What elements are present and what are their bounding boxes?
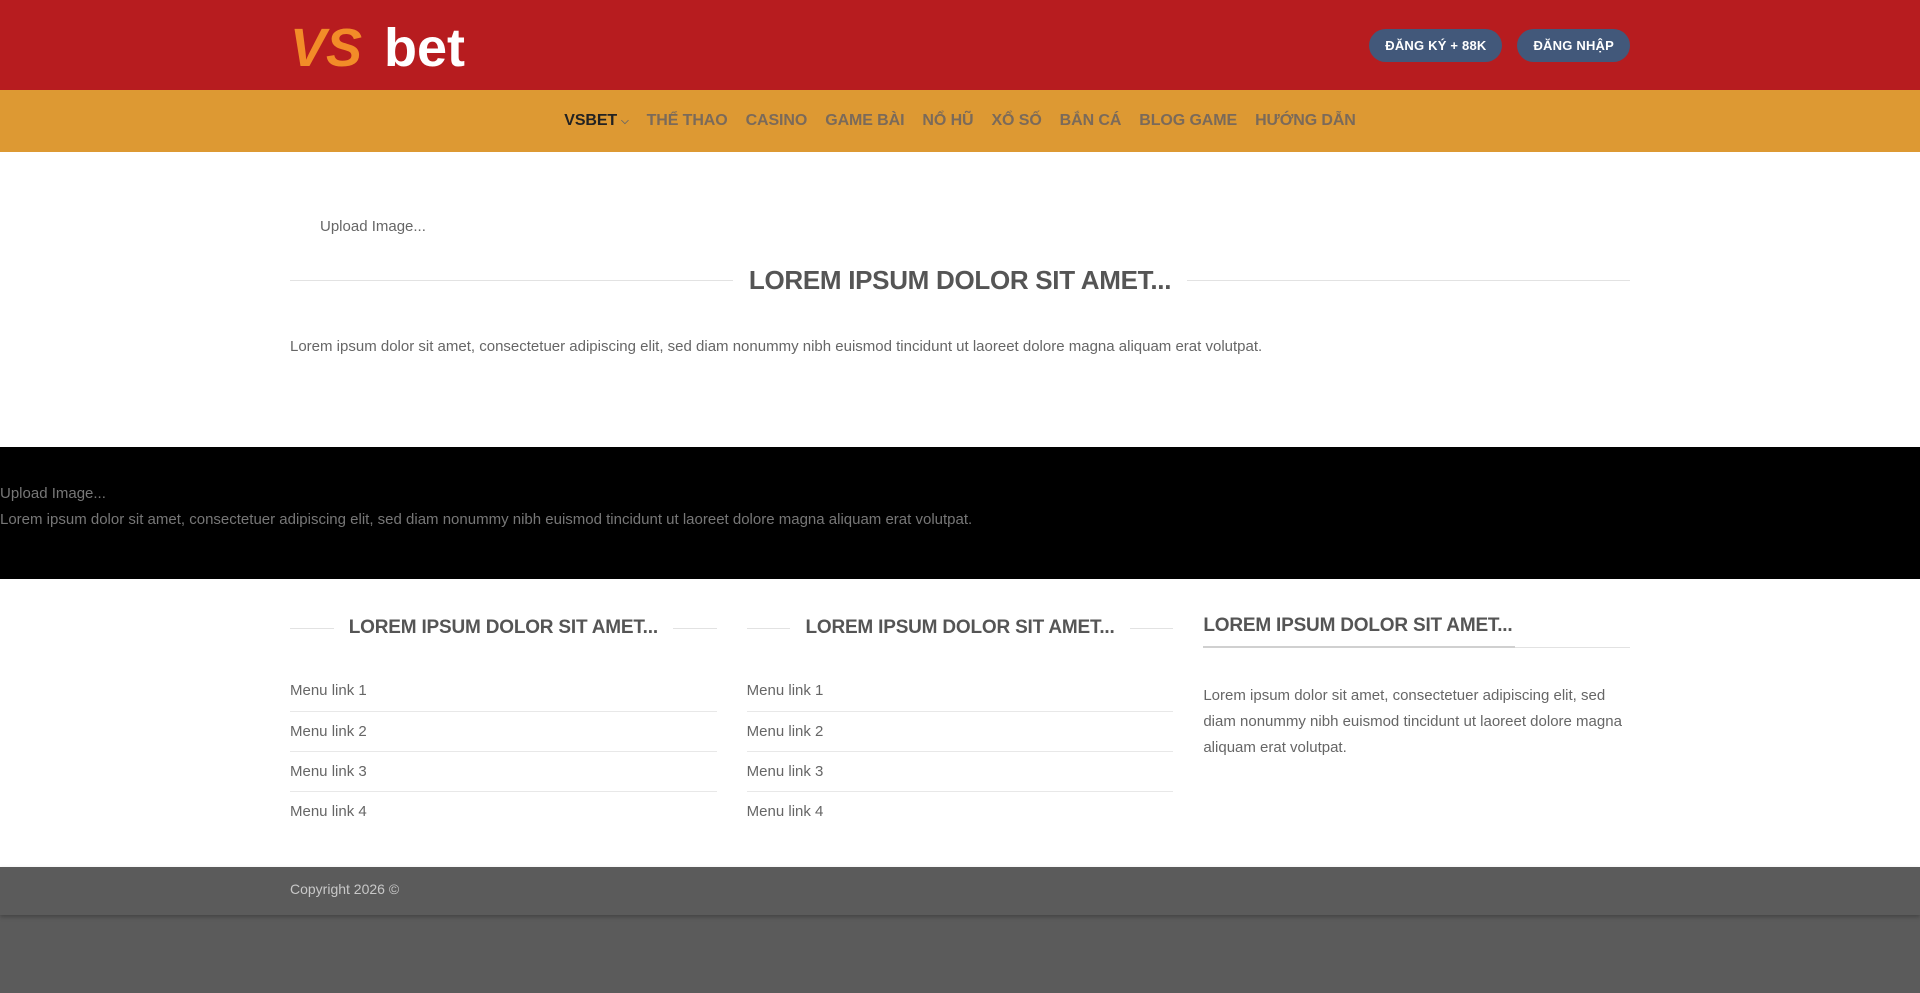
menu-link-3[interactable]: Menu link 3 <box>290 751 717 791</box>
nav-item-blog-game[interactable]: BLOG GAME <box>1130 112 1246 130</box>
main-nav: VSBET ⌵ THỂ THAO CASINO GAME BÀI NỔ HŨ X… <box>0 90 1920 152</box>
register-button[interactable]: ĐĂNG KÝ + 88K <box>1369 28 1503 62</box>
footer-widgets: LOREM IPSUM DOLOR SIT AMET... Menu link … <box>0 579 1920 867</box>
nav-item-label: BẮN CÁ <box>1059 112 1122 129</box>
chevron-down-icon: ⌵ <box>621 115 629 127</box>
banner-upload-placeholder: Upload Image... <box>0 485 106 502</box>
nav-list: VSBET ⌵ THỂ THAO CASINO GAME BÀI NỔ HŨ X… <box>0 90 1920 152</box>
footer-menu: Menu link 1 Menu link 2 Menu link 3 Menu… <box>746 671 1174 831</box>
upload-image-placeholder: Upload Image... <box>320 218 426 235</box>
logo-graphic: VS bet <box>290 20 465 70</box>
nav-item-no-hu[interactable]: NỔ HŨ <box>913 112 982 130</box>
footer-heading: LOREM IPSUM DOLOR SIT AMET... <box>348 617 658 638</box>
title-underline <box>1203 646 1631 648</box>
footer-column-1: LOREM IPSUM DOLOR SIT AMET... Menu link … <box>290 615 717 831</box>
menu-link-1[interactable]: Menu link 1 <box>290 671 717 711</box>
nav-item-the-thao[interactable]: THỂ THAO <box>638 112 737 130</box>
menu-link-4[interactable]: Menu link 4 <box>746 791 1174 831</box>
main-paragraph: Lorem ipsum dolor sit amet, consectetuer… <box>290 338 1263 355</box>
section-title: LOREM IPSUM DOLOR SIT AMET... <box>290 265 1631 296</box>
login-button[interactable]: ĐĂNG NHẬP <box>1517 28 1630 62</box>
site-logo[interactable]: VS bet <box>290 20 490 70</box>
banner-paragraph: Lorem ipsum dolor sit amet, consectetuer… <box>0 511 973 528</box>
page-title: LOREM IPSUM DOLOR SIT AMET... <box>748 265 1172 295</box>
top-header: VS bet ĐĂNG KÝ + 88K ĐĂNG NHẬP <box>0 0 1920 90</box>
footer-column-2: LOREM IPSUM DOLOR SIT AMET... Menu link … <box>746 615 1174 831</box>
nav-item-label: THỂ THAO <box>646 112 728 129</box>
copyright-bar: Copyright 2026 © <box>0 867 1920 915</box>
copyright-text: Copyright 2026 © <box>290 881 400 897</box>
nav-item-vsbet[interactable]: VSBET ⌵ <box>555 112 637 130</box>
nav-item-label: GAME BÀI <box>825 112 905 129</box>
title-divider-left <box>290 627 334 629</box>
menu-link-4[interactable]: Menu link 4 <box>290 791 717 831</box>
logo-text-bet: bet <box>384 20 465 70</box>
nav-item-xo-so[interactable]: XỔ SỐ <box>982 112 1050 130</box>
nav-item-ban-ca[interactable]: BẮN CÁ <box>1051 112 1131 130</box>
footer-column-title: LOREM IPSUM DOLOR SIT AMET... <box>290 615 717 641</box>
logo-text-vs: VS <box>290 20 362 70</box>
nav-item-label: HƯỚNG DẪN <box>1255 112 1356 129</box>
menu-link-1[interactable]: Menu link 1 <box>747 671 1174 711</box>
nav-item-label: CASINO <box>745 112 808 129</box>
nav-item-label: BLOG GAME <box>1139 112 1238 129</box>
footer-column-title: LOREM IPSUM DOLOR SIT AMET... <box>746 615 1174 641</box>
menu-link-2[interactable]: Menu link 2 <box>290 711 717 751</box>
black-banner-section: Upload Image... Lorem ipsum dolor sit am… <box>0 447 1920 579</box>
footer-paragraph: Lorem ipsum dolor sit amet, consectetuer… <box>1203 687 1622 756</box>
title-divider-left <box>290 280 733 281</box>
footer-column-3: LOREM IPSUM DOLOR SIT AMET... Lorem ipsu… <box>1203 615 1631 831</box>
title-divider-right <box>1187 280 1631 281</box>
main-section: Upload Image... LOREM IPSUM DOLOR SIT AM… <box>0 152 1920 447</box>
nav-item-game-bai[interactable]: GAME BÀI <box>816 112 913 130</box>
title-divider-right <box>672 627 717 629</box>
nav-item-huong-dan[interactable]: HƯỚNG DẪN <box>1246 112 1365 130</box>
nav-item-label: XỔ SỐ <box>991 112 1042 129</box>
nav-item-label: NỔ HŨ <box>922 112 974 129</box>
menu-link-2[interactable]: Menu link 2 <box>746 711 1174 751</box>
footer-menu: Menu link 1 Menu link 2 Menu link 3 Menu… <box>290 671 717 831</box>
title-divider-right <box>1129 627 1174 629</box>
footer-heading: LOREM IPSUM DOLOR SIT AMET... <box>805 617 1115 638</box>
nav-item-label: VSBET <box>564 112 618 129</box>
footer-heading: LOREM IPSUM DOLOR SIT AMET... <box>1203 615 1513 636</box>
menu-link-3[interactable]: Menu link 3 <box>746 751 1174 791</box>
footer-column-title: LOREM IPSUM DOLOR SIT AMET... <box>1203 615 1631 648</box>
auth-buttons: ĐĂNG KÝ + 88K ĐĂNG NHẬP <box>1369 28 1630 62</box>
title-divider-left <box>746 627 791 629</box>
nav-item-casino[interactable]: CASINO <box>737 112 817 130</box>
